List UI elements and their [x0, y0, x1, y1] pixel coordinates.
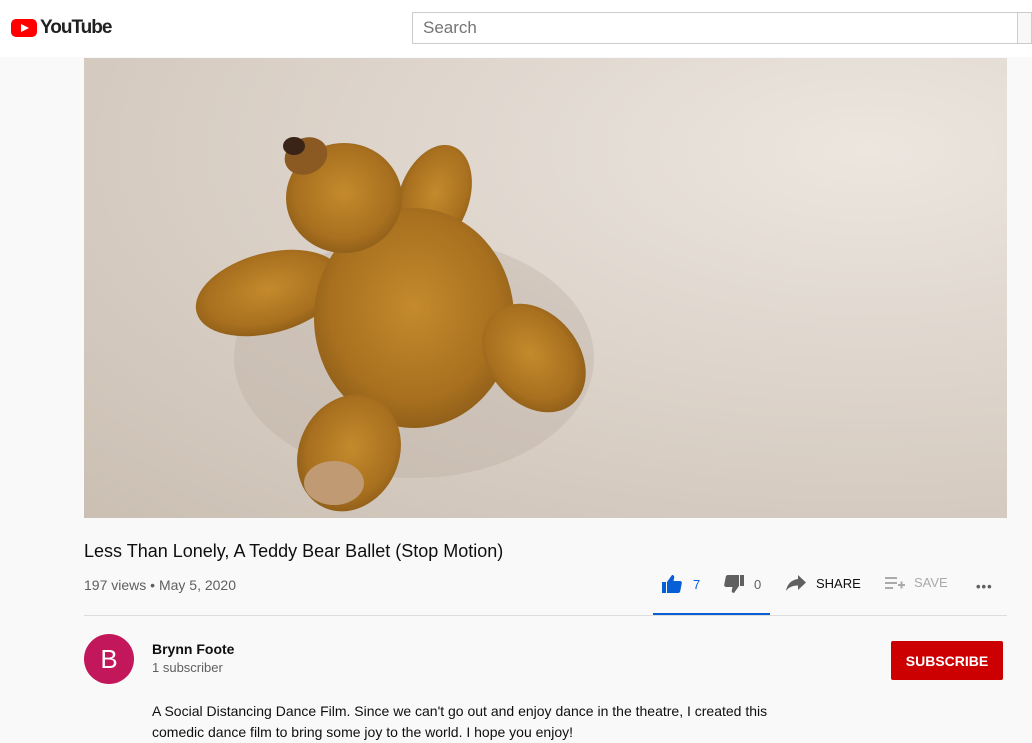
video-player[interactable] [84, 58, 1007, 518]
view-count: 197 views [84, 577, 147, 593]
channel-name[interactable]: Brynn Foote [152, 641, 234, 657]
youtube-logo[interactable]: YouTube [11, 17, 112, 39]
dislike-button[interactable]: 0 [724, 575, 761, 593]
search-box [412, 12, 1018, 44]
meta-separator: • [150, 577, 156, 593]
masthead: YouTube [0, 0, 1032, 57]
playlist-add-icon [885, 576, 905, 590]
thumbs-up-icon [662, 575, 682, 593]
play-logo-icon [11, 19, 37, 37]
search-input[interactable] [413, 13, 1017, 43]
publish-date: May 5, 2020 [158, 577, 237, 593]
save-label: SAVE [914, 575, 948, 590]
video-title: Less Than Lonely, A Teddy Bear Ballet (S… [84, 541, 504, 561]
channel-avatar[interactable]: B [84, 634, 134, 684]
thumbs-down-icon [724, 575, 744, 593]
video-thumbnail [195, 137, 594, 512]
search-button[interactable] [1018, 12, 1032, 44]
description-line: A Social Distancing Dance Film. Since we… [152, 703, 768, 719]
like-button[interactable]: 7 [662, 575, 700, 593]
more-horiz-icon: ••• [976, 579, 993, 594]
logo-text: YouTube [40, 17, 112, 38]
subscriber-count: 1 subscriber [152, 660, 223, 675]
share-arrow-icon [786, 575, 806, 591]
dislike-count: 0 [754, 576, 762, 592]
more-actions-button[interactable]: ••• [976, 579, 993, 594]
video-description: A Social Distancing Dance Film. Since we… [152, 701, 812, 743]
subscribe-button[interactable]: SUBSCRIBE [891, 641, 1003, 680]
video-meta: 197 views • May 5, 2020 [84, 577, 236, 593]
share-button[interactable]: SHARE [786, 575, 861, 591]
description-line: comedic dance film to bring some joy to … [152, 724, 573, 740]
section-divider [84, 615, 1007, 616]
like-count: 7 [693, 576, 701, 592]
save-button[interactable]: SAVE [885, 575, 948, 590]
share-label: SHARE [816, 575, 861, 591]
